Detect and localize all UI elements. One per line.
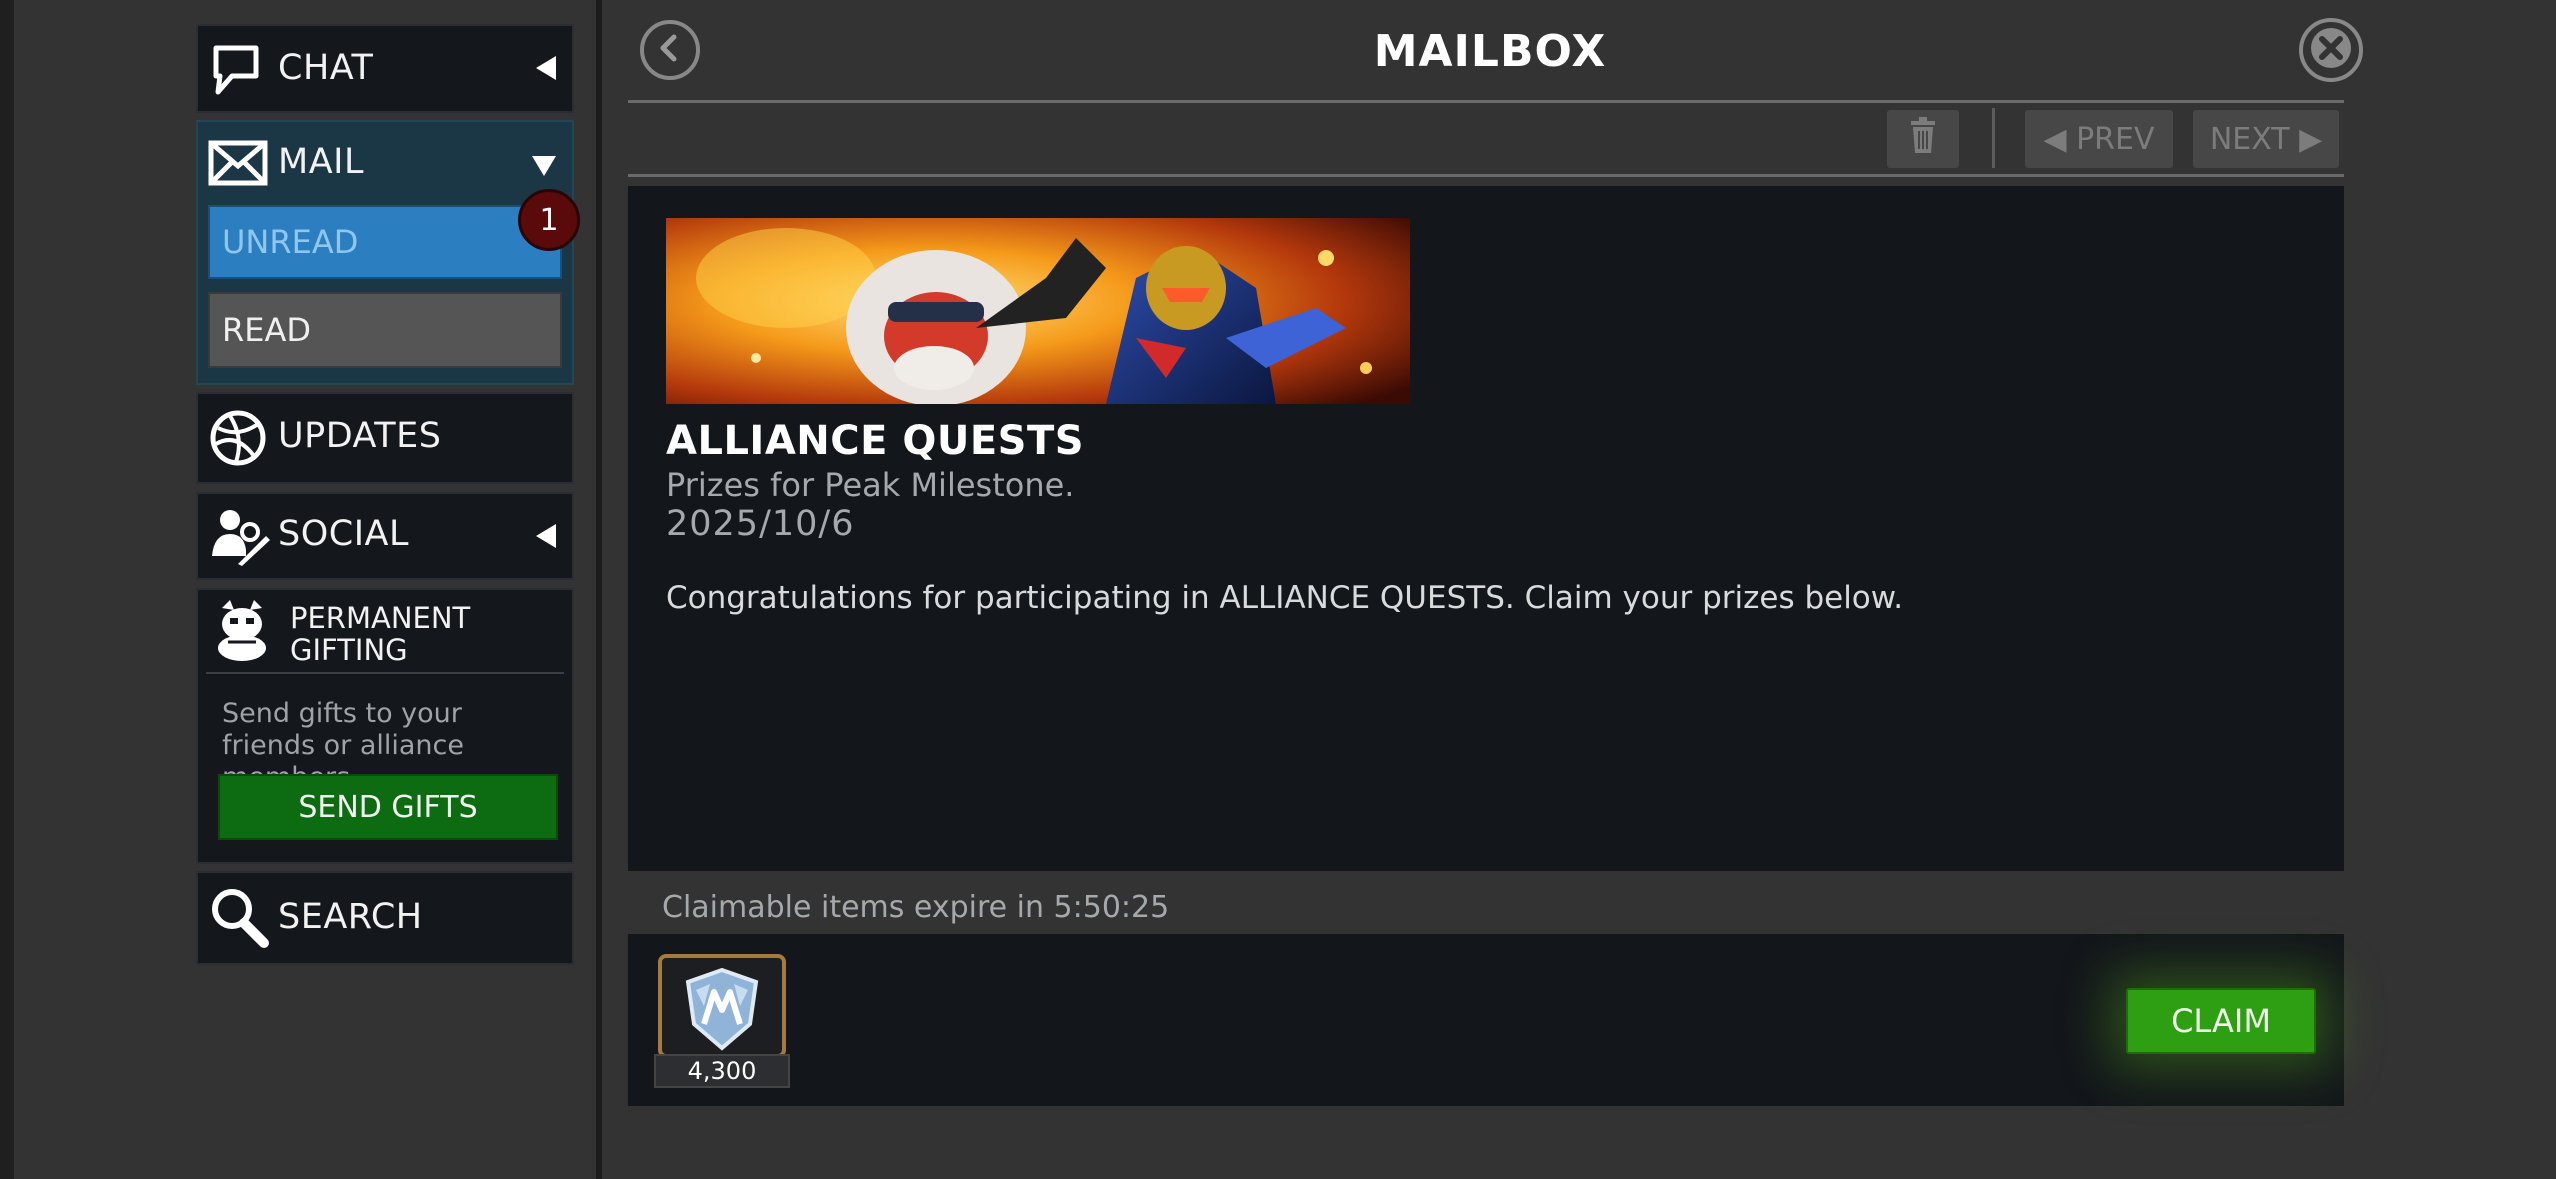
magnifier-icon <box>208 885 270 953</box>
sidebar-label: UPDATES <box>278 416 442 456</box>
back-button[interactable] <box>640 20 700 80</box>
reward-frame <box>658 954 786 1058</box>
toolbar-divider <box>628 174 2344 177</box>
gifting-title: PERMANENT GIFTING <box>290 601 471 667</box>
message-title: ALLIANCE QUESTS <box>666 418 1085 464</box>
unread-label: UNREAD <box>222 223 359 261</box>
caret-left-icon <box>536 56 556 80</box>
globe-icon <box>208 408 268 472</box>
trash-icon <box>1909 117 1937 161</box>
gifting-divider <box>206 672 564 674</box>
gifting-mascot-icon <box>212 598 272 666</box>
sidebar-item-social[interactable]: SOCIAL <box>196 492 574 580</box>
close-button[interactable] <box>2299 18 2363 82</box>
speech-bubble-icon <box>210 42 262 102</box>
claim-button[interactable]: CLAIM <box>2126 988 2316 1054</box>
alliance-quests-banner-image <box>666 218 1410 404</box>
claim-expiry-text: Claimable items expire in 5:50:25 <box>662 890 1170 925</box>
delete-button[interactable] <box>1887 110 1959 168</box>
caret-left-icon <box>536 524 556 548</box>
sidebar-label: CHAT <box>278 48 374 88</box>
caret-down-icon <box>532 156 556 176</box>
sidebar-item-chat[interactable]: CHAT <box>196 24 574 113</box>
alliance-shield-icon <box>680 966 764 1056</box>
next-button[interactable]: NEXT ▶ <box>2193 110 2339 168</box>
message-date: 2025/10/6 <box>666 504 855 544</box>
sidebar-label: MAIL <box>278 142 364 182</box>
prev-button[interactable]: ◀ PREV <box>2025 110 2173 168</box>
close-x-icon <box>2309 26 2353 74</box>
back-arrow-icon <box>655 33 685 67</box>
reward-item[interactable]: 4,300 <box>654 954 790 1088</box>
sidebar-item-mail[interactable]: MAIL UNREAD 1 READ <box>196 120 580 385</box>
left-edge <box>0 0 14 1179</box>
unread-tab[interactable]: UNREAD <box>208 205 562 279</box>
sidebar-label: SOCIAL <box>278 514 409 554</box>
message-panel: ALLIANCE QUESTS Prizes for Peak Mileston… <box>628 186 2344 871</box>
send-gifts-button[interactable]: SEND GIFTS <box>218 774 558 840</box>
envelope-icon <box>208 140 268 190</box>
toolbar-separator <box>1992 108 1995 168</box>
sidebar-divider <box>596 0 602 1179</box>
read-tab[interactable]: READ <box>208 292 562 368</box>
sidebar-item-updates[interactable]: UPDATES <box>196 392 574 484</box>
users-icon <box>208 506 270 572</box>
message-subtitle: Prizes for Peak Milestone. <box>666 466 1075 504</box>
read-label: READ <box>222 311 311 349</box>
page-title: MAILBOX <box>1373 26 1607 77</box>
header-divider <box>628 100 2344 103</box>
claim-panel: 4,300 CLAIM <box>628 934 2344 1106</box>
sidebar-item-search[interactable]: SEARCH <box>196 871 574 965</box>
permanent-gifting-panel: PERMANENT GIFTING Send gifts to your fri… <box>196 588 574 864</box>
unread-count-badge: 1 <box>518 189 580 251</box>
reward-count: 4,300 <box>654 1054 790 1088</box>
sidebar-label: SEARCH <box>278 897 423 937</box>
message-body: Congratulations for participating in ALL… <box>666 580 1904 616</box>
